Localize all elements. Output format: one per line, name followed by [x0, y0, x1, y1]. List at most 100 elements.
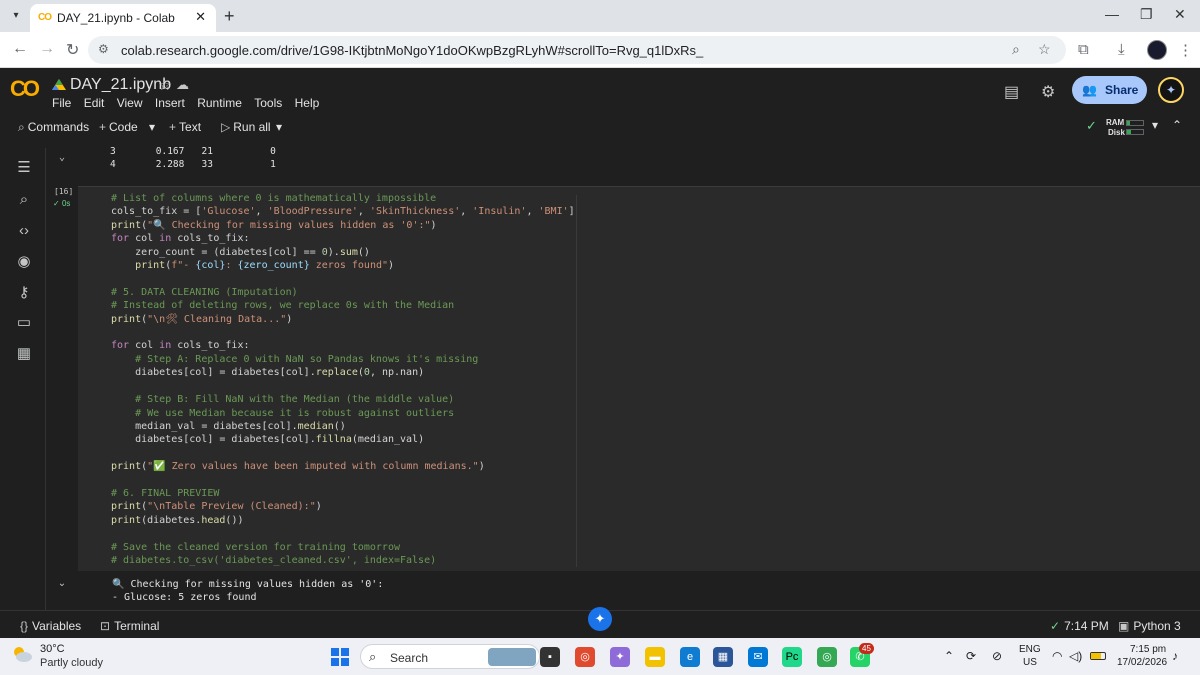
new-tab-icon[interactable]: +	[224, 6, 235, 27]
clock-time[interactable]: 7:15 pm	[1130, 644, 1166, 655]
notebook-title[interactable]: DAY_21.ipynb	[70, 76, 171, 94]
notebook-toolbar: ⌕ Commands + Code ▾ + Text ▷ Run all ▾ ✓ RAM…	[0, 114, 1200, 140]
reload-icon[interactable]: ↻	[66, 40, 79, 60]
collapse-output-icon[interactable]: ⌄	[54, 152, 70, 168]
search-icon: ⌕	[18, 120, 25, 134]
chrome-icon[interactable]: ◎	[575, 647, 595, 667]
code-snippets-icon[interactable]: ‹›	[14, 221, 34, 241]
volume-icon[interactable]: ◁)	[1069, 649, 1082, 663]
ram-label: RAM	[1106, 118, 1125, 127]
runtime-icon: ▣	[1118, 619, 1130, 633]
notification-bell-icon[interactable]: ♪	[1172, 649, 1178, 663]
run-all-dropdown-icon[interactable]: ▾	[276, 120, 282, 134]
tab-search-chevron-icon[interactable]: ▾	[8, 8, 24, 24]
battery-icon[interactable]	[1090, 652, 1106, 660]
ruler-line	[576, 195, 577, 567]
files-folder-icon[interactable]: ▭	[14, 313, 34, 333]
menu-edit[interactable]: Edit	[84, 96, 105, 110]
run-all-button[interactable]: ▷ Run all	[221, 120, 271, 134]
taskbar-search[interactable]: ⌕ Search	[360, 644, 540, 669]
terminal-button[interactable]: ⊡ Terminal	[100, 619, 159, 633]
menu-view[interactable]: View	[117, 96, 143, 110]
wifi-icon[interactable]: ◠	[1052, 649, 1062, 663]
star-icon[interactable]: ☆	[158, 76, 171, 94]
menu-insert[interactable]: Insert	[155, 96, 185, 110]
code-cell-editor[interactable]: # List of columns where 0 is mathematica…	[78, 186, 1200, 571]
extensions-icon[interactable]: ⧉	[1078, 41, 1089, 58]
tab-title: DAY_21.ipynb - Colab	[57, 11, 175, 25]
outlook-icon[interactable]: ✉	[748, 647, 768, 667]
gemini-star-icon[interactable]: ✦	[588, 607, 612, 631]
menu-tools[interactable]: Tools	[254, 96, 282, 110]
terminal-icon: ⊡	[100, 619, 111, 633]
notifications-off-icon[interactable]: ⊘	[992, 649, 1002, 663]
last-run-status[interactable]: ✓ 7:14 PM	[1050, 619, 1109, 633]
forward-icon[interactable]: →	[39, 40, 55, 58]
task-view-icon[interactable]: ▪	[540, 647, 560, 667]
menu-runtime[interactable]: Runtime	[197, 96, 242, 110]
ram-usage-bar[interactable]	[1126, 120, 1144, 126]
collapse-header-icon[interactable]: ⌃	[1172, 118, 1182, 132]
minimize-icon[interactable]: —	[1105, 6, 1119, 22]
colab-favicon-icon: CO	[38, 12, 52, 23]
collapse-output-icon[interactable]: ⌄	[54, 578, 70, 594]
store-icon[interactable]: ▦	[713, 647, 733, 667]
add-text-button[interactable]: + Text	[169, 120, 201, 134]
gemini-icon[interactable]: ✦	[1158, 77, 1184, 103]
variables-button[interactable]: {} Variables	[20, 619, 81, 633]
disk-label: Disk	[1108, 128, 1125, 137]
region-indicator[interactable]: US	[1023, 657, 1037, 668]
people-icon: 👥	[1082, 83, 1097, 97]
code-dropdown-icon[interactable]: ▾	[149, 120, 155, 134]
table-of-contents-icon[interactable]: ☰	[14, 158, 34, 178]
sync-icon[interactable]: ⟳	[966, 649, 976, 663]
secrets-key-icon[interactable]: ⚷	[14, 283, 34, 303]
weather-temperature[interactable]: 30°C	[40, 643, 65, 655]
profile-avatar[interactable]	[1147, 40, 1167, 60]
pycharm-icon[interactable]: Pc	[782, 647, 802, 667]
add-code-button[interactable]: + Code	[99, 120, 138, 134]
code-content[interactable]: # List of columns where 0 is mathematica…	[111, 192, 575, 567]
variables-inspector-icon[interactable]: ◉	[14, 252, 34, 272]
comments-icon[interactable]: ▤	[1004, 82, 1019, 102]
zoom-icon[interactable]: ⌕	[1012, 41, 1020, 58]
url-text: colab.research.google.com/drive/1G98-IKt…	[121, 43, 704, 58]
menu-bar: File Edit View Insert Runtime Tools Help	[52, 96, 328, 110]
windows-start-icon[interactable]	[331, 648, 349, 666]
browser-tab-strip: ▾ CO DAY_21.ipynb - Colab ✕ + — ❐ ✕	[0, 0, 1200, 32]
browser-menu-icon[interactable]: ⋮	[1178, 41, 1193, 59]
copilot-icon[interactable]: ✦	[610, 647, 630, 667]
edge-icon[interactable]: e	[680, 647, 700, 667]
drive-icon	[52, 79, 66, 90]
data-table-icon[interactable]: ▦	[14, 344, 34, 364]
restore-icon[interactable]: ❐	[1140, 6, 1153, 23]
runtime-dropdown-icon[interactable]: ▾	[1152, 118, 1158, 132]
settings-gear-icon[interactable]: ⚙	[1041, 82, 1055, 102]
downloads-icon[interactable]: ⤓	[1118, 41, 1125, 58]
previous-cell-output: ⌄ 3 0.167 21 0 4 2.288 33 1	[46, 146, 1186, 176]
language-indicator[interactable]: ENG	[1019, 644, 1041, 655]
menu-file[interactable]: File	[52, 96, 71, 110]
find-replace-icon[interactable]: ⌕	[14, 190, 34, 210]
bookmark-star-icon[interactable]: ☆	[1038, 41, 1051, 58]
menu-help[interactable]: Help	[295, 96, 320, 110]
colab-logo[interactable]: CO	[10, 76, 40, 102]
clock-date[interactable]: 17/02/2026	[1117, 657, 1167, 668]
file-explorer-icon[interactable]: ▬	[645, 647, 665, 667]
output-text: 🔍 Checking for missing values hidden as …	[112, 579, 384, 603]
weather-summary[interactable]: Partly cloudy	[40, 657, 103, 669]
commands-button[interactable]: ⌕ Commands	[18, 120, 89, 135]
partly-cloudy-icon[interactable]	[11, 645, 33, 663]
url-omnibox[interactable]: ⚙ colab.research.google.com/drive/1G98-I…	[88, 36, 1066, 64]
chrome-profile-icon[interactable]: ◎	[817, 647, 837, 667]
back-icon[interactable]: ←	[12, 40, 28, 58]
browser-tab[interactable]: CO DAY_21.ipynb - Colab ✕	[30, 4, 216, 32]
close-tab-icon[interactable]: ✕	[195, 9, 206, 25]
share-button[interactable]: 👥 Share	[1072, 76, 1147, 104]
show-hidden-icons[interactable]: ⌃	[944, 649, 954, 663]
runtime-status[interactable]: ▣ Python 3	[1118, 619, 1181, 633]
site-info-icon[interactable]: ⚙	[98, 42, 109, 56]
cloud-saved-icon[interactable]: ☁	[176, 77, 189, 93]
disk-usage-bar[interactable]	[1126, 129, 1144, 135]
window-close-icon[interactable]: ✕	[1174, 6, 1186, 23]
